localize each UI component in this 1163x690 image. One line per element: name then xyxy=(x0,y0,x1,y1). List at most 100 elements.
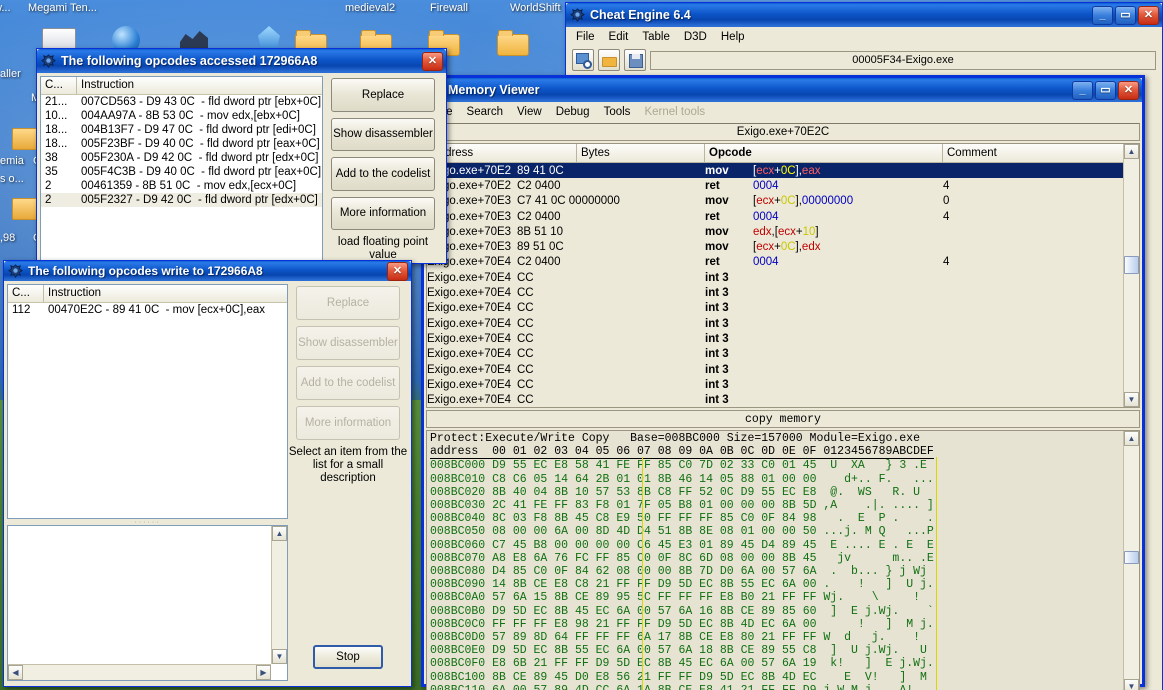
disassembler-row[interactable]: Exigo.exe+70E4CCint 3 xyxy=(427,392,1139,407)
hexdump-row[interactable]: 008BC100 8B CE 89 45 D0 E8 56 21 FF FF D… xyxy=(430,671,1122,684)
hexdump-row[interactable]: 008BC010 C8 C6 05 14 64 2B 01 01 8B 46 1… xyxy=(430,473,1122,486)
desktop-icon-label[interactable]: s o... xyxy=(0,173,24,185)
cheat-engine-titlebar[interactable]: Cheat Engine 6.4 _ ▭ ✕ xyxy=(566,3,1162,27)
disassembler-column-headers[interactable]: Address Bytes Opcode Comment xyxy=(427,144,1139,163)
disassembler-row[interactable]: Exigo.exe+70E4CCint 3 xyxy=(427,331,1139,346)
hexdump-row[interactable]: 008BC0D0 57 89 8D 64 FF FF FF 6A 17 8B C… xyxy=(430,631,1122,644)
opcodes-accessed-list[interactable]: C... Instruction 21...007CD563 - D9 43 0… xyxy=(40,76,323,262)
list-item[interactable]: 2005F2327 - D9 42 0C - fld dword ptr [ed… xyxy=(41,193,322,207)
disassembler-row[interactable]: Exigo.exe+70E4CCint 3 xyxy=(427,285,1139,300)
replace-button[interactable]: Replace xyxy=(331,78,435,112)
column-header-count[interactable]: C... xyxy=(8,285,44,302)
list-item[interactable]: 21...007CD563 - D9 43 0C - fld dword ptr… xyxy=(41,95,322,109)
close-button[interactable]: ✕ xyxy=(387,262,408,281)
disassembler-row[interactable]: Exigo.exe+70E4CCint 3 xyxy=(427,270,1139,285)
opcodes-accessed-list-header[interactable]: C... Instruction xyxy=(41,77,322,95)
disassembler-row[interactable]: Exigo.exe+70E4C2 0400ret00044 xyxy=(427,255,1139,270)
opcodes-write-list-header[interactable]: C... Instruction xyxy=(8,285,287,303)
more-information-button[interactable]: More information xyxy=(331,197,435,231)
hexdump-row[interactable]: 008BC110 6A 00 57 89 4D CC 6A 1A 8B CE E… xyxy=(430,684,1122,690)
desktop-icon-label[interactable]: w... xyxy=(0,2,11,14)
opcodes-accessed-titlebar[interactable]: The following opcodes accessed 172966A8 … xyxy=(37,49,446,73)
list-item[interactable]: 11200470E2C - 89 41 0C - mov [ecx+0C],ea… xyxy=(8,303,287,317)
column-header-instruction[interactable]: Instruction xyxy=(44,285,287,302)
disassembler-row[interactable]: Exigo.exe+70E3C2 0400ret00044 xyxy=(427,209,1139,224)
column-header-instruction[interactable]: Instruction xyxy=(77,77,322,94)
opcodes-accessed-window-buttons[interactable]: ✕ xyxy=(422,52,444,71)
attached-process-display[interactable]: 00005F34-Exigo.exe xyxy=(650,51,1156,70)
column-header-count[interactable]: C... xyxy=(41,77,77,94)
close-button[interactable]: ✕ xyxy=(1138,6,1159,25)
menu-help[interactable]: Help xyxy=(714,29,752,45)
memory-viewer-window[interactable]: Memory Viewer _ ▭ ✕ File Search View Deb… xyxy=(421,75,1145,687)
opcodes-write-titlebar[interactable]: The following opcodes write to 172966A8 … xyxy=(4,261,411,281)
menu-table[interactable]: Table xyxy=(635,29,677,45)
opcodes-write-dialog[interactable]: The following opcodes write to 172966A8 … xyxy=(3,260,412,687)
menu-view[interactable]: View xyxy=(510,104,549,120)
desktop-icon-label[interactable]: emia xyxy=(0,155,24,167)
hexdump-row[interactable]: 008BC0A0 57 6A 15 8B CE 89 95 5C FF FF F… xyxy=(430,591,1122,604)
folder-icon[interactable] xyxy=(12,198,38,220)
memory-viewer-titlebar[interactable]: Memory Viewer _ ▭ ✕ xyxy=(424,78,1142,102)
description-hscrollbar[interactable]: ◀ ▶ xyxy=(8,664,271,680)
opcodes-write-list[interactable]: C... Instruction 11200470E2C - 89 41 0C … xyxy=(7,284,288,519)
disassembler-panel[interactable]: Address Bytes Opcode Comment Exigo.exe+7… xyxy=(426,143,1140,408)
opcodes-write-window-buttons[interactable]: ✕ xyxy=(387,262,409,281)
menu-tools[interactable]: Tools xyxy=(597,104,638,120)
menu-d3d[interactable]: D3D xyxy=(677,29,714,45)
scroll-down-button[interactable]: ▼ xyxy=(1124,392,1139,407)
disassembler-row[interactable]: Exigo.exe+70E4CCint 3 xyxy=(427,362,1139,377)
hexdump-vscrollbar[interactable]: ▲ ▼ xyxy=(1123,431,1139,690)
hexdump-row[interactable]: 008BC080 D4 85 C0 0F 84 62 08 00 00 8B 7… xyxy=(430,565,1122,578)
hexdump-row[interactable]: 008BC090 14 8B CE E8 C8 21 FF FF D9 5D E… xyxy=(430,578,1122,591)
scroll-thumb[interactable] xyxy=(1124,551,1139,564)
show-disassembler-button[interactable]: Show disassembler xyxy=(296,326,400,360)
copy-memory-bar[interactable]: copy memory xyxy=(426,410,1140,428)
column-header-address[interactable]: Address xyxy=(427,144,577,163)
opcodes-write-buttons[interactable]: Replace Show disassembler Add to the cod… xyxy=(288,284,408,681)
scroll-left-button[interactable]: ◀ xyxy=(8,665,23,680)
disassembler-row[interactable]: Exigo.exe+70E2C2 0400ret00044 xyxy=(427,178,1139,193)
hexdump-row[interactable]: 008BC070 A8 E8 6A 76 FC FF 85 C0 0F 8C 6… xyxy=(430,552,1122,565)
list-item[interactable]: 200461359 - 8B 51 0C - mov edx,[ecx+0C] xyxy=(41,179,322,193)
hexdump-panel[interactable]: Protect:Execute/Write Copy Base=008BC000… xyxy=(426,430,1140,690)
cheat-engine-toolbar[interactable]: 00005F34-Exigo.exe xyxy=(566,46,1162,74)
menu-file[interactable]: File xyxy=(569,29,602,45)
list-item[interactable]: 18...005F23BF - D9 40 0C - fld dword ptr… xyxy=(41,137,322,151)
hexdump-row[interactable]: 008BC0B0 D9 5D EC 8B 45 EC 6A 00 57 6A 1… xyxy=(430,605,1122,618)
hexdump-rows[interactable]: 008BC000 D9 55 EC E8 58 41 FE FF 85 C0 7… xyxy=(430,459,1122,690)
desktop-icon-label[interactable]: Firewall xyxy=(430,2,468,14)
folder-icon[interactable] xyxy=(497,30,527,54)
scroll-up-button[interactable]: ▲ xyxy=(1124,144,1139,159)
disassembler-row[interactable]: Exigo.exe+70E4CCint 3 xyxy=(427,377,1139,392)
desktop-icon-label[interactable]: Megami Ten... xyxy=(28,2,97,14)
open-file-icon[interactable] xyxy=(598,49,620,71)
add-to-codelist-button[interactable]: Add to the codelist xyxy=(331,157,435,191)
disassembler-row[interactable]: Exigo.exe+70E389 51 0Cmov[ecx+0C],edx xyxy=(427,239,1139,254)
hexdump-row[interactable]: 008BC000 D9 55 EC E8 58 41 FE FF 85 C0 7… xyxy=(430,459,1122,472)
mountains-icon[interactable] xyxy=(180,30,208,50)
address-bar[interactable]: Exigo.exe+70E2C xyxy=(426,123,1140,141)
scroll-up-button[interactable]: ▲ xyxy=(272,526,287,541)
cheat-engine-window-buttons[interactable]: _ ▭ ✕ xyxy=(1092,6,1160,25)
hexdump-row[interactable]: 008BC0F0 E8 6B 21 FF FF D9 5D EC 8B 45 E… xyxy=(430,657,1122,670)
column-header-comment[interactable]: Comment xyxy=(943,144,1139,163)
column-header-bytes[interactable]: Bytes xyxy=(577,144,705,163)
hexdump-row[interactable]: 008BC040 8C 03 F8 8B 45 C8 E9 50 FF FF F… xyxy=(430,512,1122,525)
stop-button[interactable]: Stop xyxy=(313,645,383,669)
save-file-icon[interactable] xyxy=(624,49,646,71)
column-header-opcode[interactable]: Opcode xyxy=(705,144,943,163)
description-vscrollbar[interactable]: ▲ ▼ xyxy=(271,526,287,664)
list-item[interactable]: 10...004AA97A - 8B 53 0C - mov edx,[ebx+… xyxy=(41,109,322,123)
scroll-right-button[interactable]: ▶ xyxy=(256,665,271,680)
hexdump-row[interactable]: 008BC050 08 00 00 6A 00 8D 4D D4 51 8B 8… xyxy=(430,525,1122,538)
disassembler-row[interactable]: Exigo.exe+70E4CCint 3 xyxy=(427,316,1139,331)
scroll-down-button[interactable]: ▼ xyxy=(272,649,287,664)
add-to-codelist-button[interactable]: Add to the codelist xyxy=(296,366,400,400)
memory-viewer-window-buttons[interactable]: _ ▭ ✕ xyxy=(1072,81,1140,100)
show-disassembler-button[interactable]: Show disassembler xyxy=(331,118,435,152)
maximize-button[interactable]: ▭ xyxy=(1115,6,1136,25)
list-item[interactable]: 38005F230A - D9 42 0C - fld dword ptr [e… xyxy=(41,151,322,165)
hexdump-row[interactable]: 008BC060 C7 45 B8 00 00 00 00 C6 45 E3 0… xyxy=(430,539,1122,552)
description-pane[interactable]: ▲ ▼ ◀ ▶ xyxy=(7,525,288,681)
